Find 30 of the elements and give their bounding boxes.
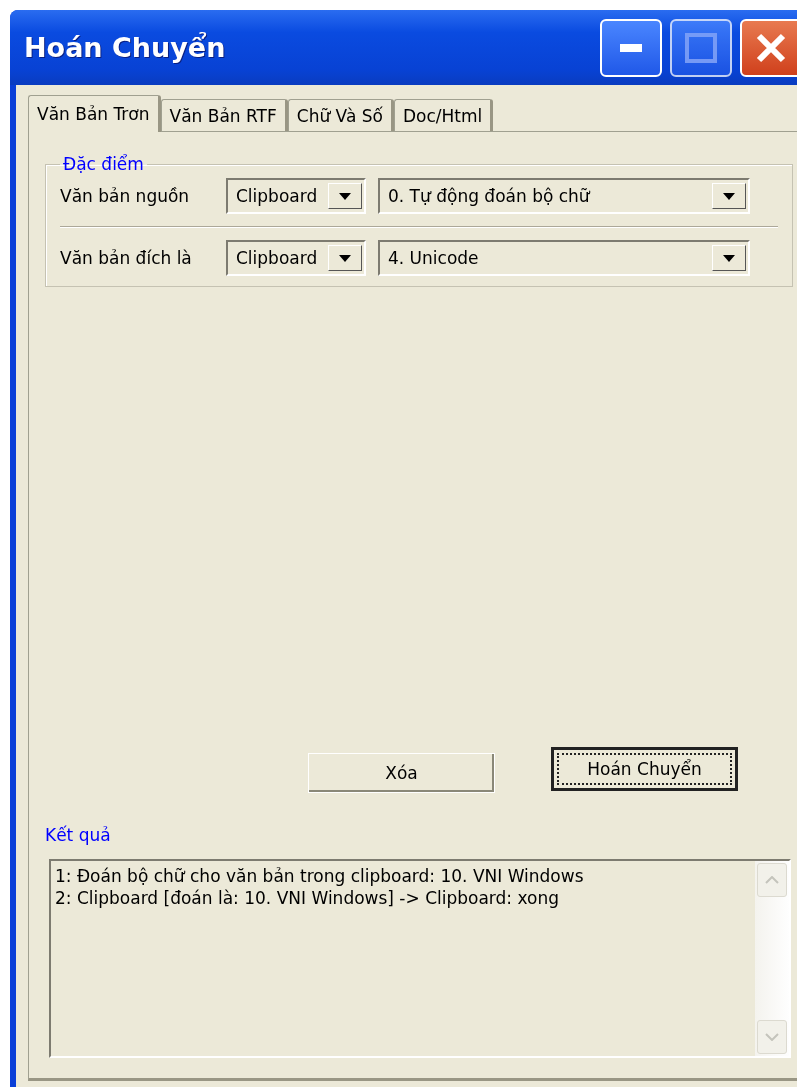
tab[interactable]: Văn Bản RTF (160, 99, 288, 131)
minimize-button[interactable] (600, 18, 662, 77)
tab[interactable]: Chữ Và Số (287, 99, 394, 131)
tab[interactable]: Văn Bản Trơn (28, 95, 161, 132)
dropdown-arrow-icon (723, 192, 735, 200)
close-button[interactable] (740, 18, 797, 77)
encoding-dropdown[interactable]: 0. Tự động đoán bộ chữ (378, 178, 750, 214)
result-title: Kết quả (45, 825, 112, 845)
tab[interactable]: Doc/Html (393, 99, 494, 131)
maximize-button[interactable] (670, 18, 732, 77)
maximize-icon (685, 32, 717, 63)
scroll-down-icon (765, 1033, 779, 1041)
action-button[interactable]: Xóa (308, 753, 495, 793)
window-title: Hoán Chuyển (24, 32, 227, 63)
scroll-up-icon (765, 876, 779, 884)
target-dropdown[interactable]: Clipboard (226, 178, 366, 214)
field-label: Văn bản đích là (60, 248, 193, 268)
close-icon (756, 32, 786, 63)
log-line: 2: Clipboard [đoán là: 10. VNI Windows] -> Clipboard: xong (55, 887, 560, 909)
dropdown-arrow-icon (339, 192, 351, 200)
group-title: Đặc điểm (62, 154, 145, 174)
target-dropdown[interactable]: Clipboard (226, 240, 366, 276)
field-label: Văn bản nguồn (60, 186, 191, 206)
scrollbar[interactable] (755, 861, 789, 1056)
action-button[interactable]: Hoán Chuyển (551, 747, 738, 791)
encoding-dropdown[interactable]: 4. Unicode (378, 240, 750, 276)
dropdown-arrow-icon (723, 254, 735, 262)
minimize-icon (620, 43, 642, 52)
log-line: 1: Đoán bộ chữ cho văn bản trong clipboard: 10. VNI Windows (55, 865, 585, 887)
dropdown-arrow-icon (339, 254, 351, 262)
